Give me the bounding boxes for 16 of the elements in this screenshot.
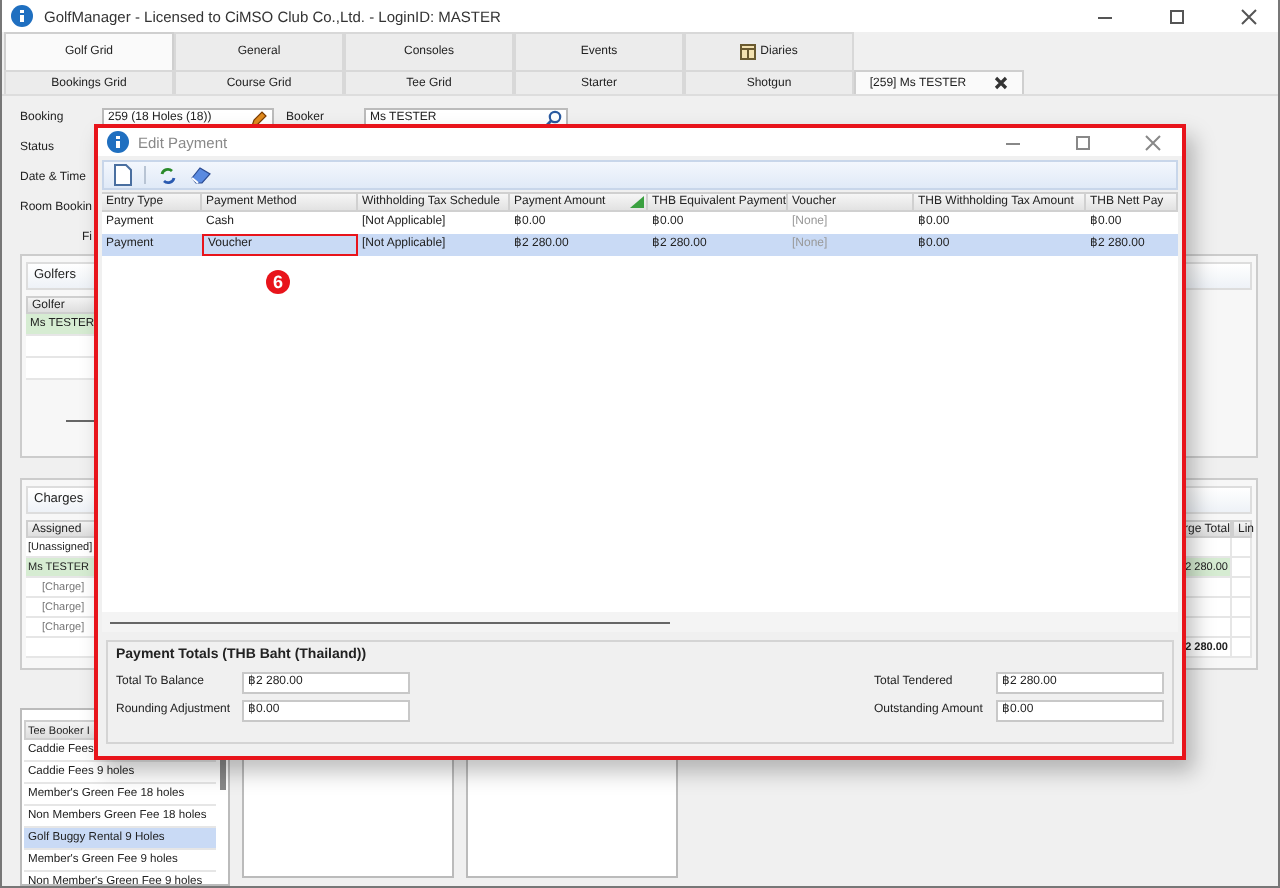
scrollbar[interactable] [110, 621, 670, 623]
maximize-icon[interactable] [1168, 7, 1186, 25]
table-cell [1232, 538, 1252, 558]
close-icon[interactable] [1240, 7, 1258, 25]
refresh-icon[interactable] [158, 165, 178, 185]
table-cell [1232, 558, 1252, 578]
close-icon[interactable] [994, 76, 1009, 90]
new-document-icon[interactable] [114, 164, 132, 186]
table-cell [1232, 638, 1252, 658]
table-cell [1232, 618, 1252, 638]
calendar-icon [740, 44, 757, 60]
maximize-icon[interactable] [1074, 133, 1092, 151]
eraser-icon[interactable] [190, 166, 212, 184]
table-cell [1232, 598, 1252, 618]
table-cell [1232, 578, 1252, 598]
step-badge: 6 [266, 270, 290, 294]
